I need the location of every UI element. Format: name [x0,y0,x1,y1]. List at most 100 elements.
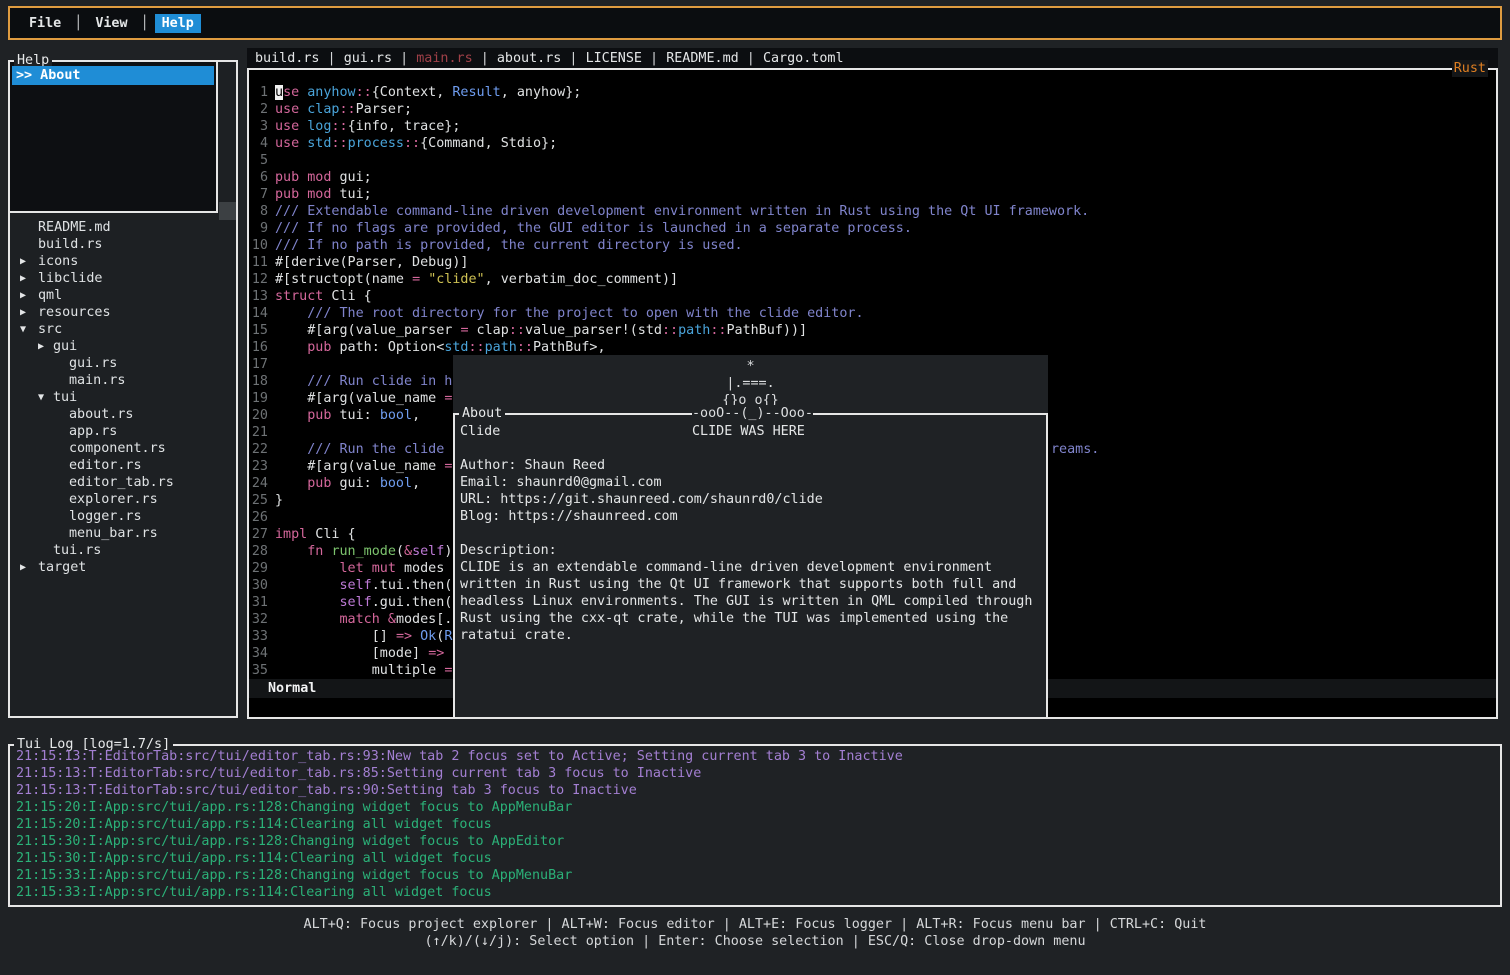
tree-item-tui-rs[interactable]: tui.rs [10,542,236,559]
about-popup-ascii-feet: -ooO--(_)--Ooo- [692,405,813,422]
log-entry-info: 21:15:20:I:App:src/tui/app.rs:128:Changi… [16,799,1496,816]
tree-item-component-rs[interactable]: component.rs [10,440,236,457]
code-text: [mode] => [275,645,444,662]
code-line-16[interactable]: 16 pub path: Option<std::path::PathBuf>, [249,339,1496,356]
code-text: /// If no flags are provided, the GUI ed… [275,220,912,237]
code-line-11[interactable]: 11#[derive(Parser, Debug)] [249,254,1496,271]
code-text: [] => Ok(R [275,628,452,645]
tree-item-target[interactable]: ▶target [10,559,236,576]
code-text: impl Cli { [275,526,356,543]
tree-item-editor_tab-rs[interactable]: editor_tab.rs [10,474,236,491]
tab-about-rs[interactable]: about.rs [497,51,562,66]
tree-item-icons[interactable]: ▶icons [10,253,236,270]
log-entries: 21:15:13:T:EditorTab:src/tui/editor_tab.… [16,748,1496,901]
line-number: 34 [250,645,268,662]
help-dropdown-menu: Help >> About [8,60,218,213]
dropdown-item-about[interactable]: >> About [12,66,214,85]
tab-separator: | [642,51,666,66]
tab-gui-rs[interactable]: gui.rs [344,51,392,66]
line-number: 23 [250,458,268,475]
chevron-right-icon: ▶ [20,270,38,287]
code-line-7[interactable]: 7pub mod tui; [249,186,1496,203]
code-line-8[interactable]: 8/// Extendable command-line driven deve… [249,203,1496,220]
code-text: pub path: Option<std::path::PathBuf>, [275,339,606,356]
about-popup-text: Email: shaunrd0@gmail.com [460,475,662,490]
code-line-10[interactable]: 10/// If no path is provided, the curren… [249,237,1496,254]
about-popup-line: ClideCLIDE WAS HERE [460,423,1042,440]
code-line-15[interactable]: 15 #[arg(value_parser = clap::value_pars… [249,322,1496,339]
code-line-9[interactable]: 9/// If no flags are provided, the GUI e… [249,220,1496,237]
code-text: pub mod tui; [275,186,372,203]
line-number: 14 [250,305,268,322]
about-popup-line: headless Linux environments. The GUI is … [460,593,1042,610]
statusbar-shortcuts-line1: ALT+Q: Focus project explorer | ALT+W: F… [0,916,1510,933]
log-entry-trace: 21:15:13:T:EditorTab:src/tui/editor_tab.… [16,765,1496,782]
code-text: let mut modes [275,560,452,577]
tree-item-logger-rs[interactable]: logger.rs [10,508,236,525]
about-popup-text: Clide [460,424,500,439]
tree-item-label: explorer.rs [69,491,158,508]
code-line-13[interactable]: 13struct Cli { [249,288,1496,305]
code-line-5[interactable]: 5 [249,152,1496,169]
tree-item-app-rs[interactable]: app.rs [10,423,236,440]
tab-main-rs[interactable]: main.rs [416,51,472,66]
line-number: 32 [250,611,268,628]
line-number: 20 [250,407,268,424]
statusbar-shortcuts-line2: (↑/k)/(↓/j): Select option | Enter: Choo… [0,933,1510,950]
tab-LICENSE[interactable]: LICENSE [586,51,642,66]
tree-item-README-md[interactable]: README.md [10,219,236,236]
tab-build-rs[interactable]: build.rs [255,51,320,66]
tree-item-about-rs[interactable]: about.rs [10,406,236,423]
tree-item-explorer-rs[interactable]: explorer.rs [10,491,236,508]
ascii-art-line: |.===. [453,375,1048,392]
tree-item-src[interactable]: ▼src [10,321,236,338]
code-line-14[interactable]: 14 /// The root directory for the projec… [249,305,1496,322]
tree-item-resources[interactable]: ▶resources [10,304,236,321]
code-line-4[interactable]: 4use std::process::{Command, Stdio}; [249,135,1496,152]
about-popup-line: Rust using the cxx-qt crate, while the T… [460,610,1042,627]
explorer-scrollbar-thumb[interactable] [219,202,236,220]
tree-item-label: editor_tab.rs [69,474,174,491]
code-text: /// Run the clide [275,441,452,458]
tree-item-main-rs[interactable]: main.rs [10,372,236,389]
line-number: 26 [250,509,268,526]
line-number: 4 [250,135,268,152]
code-line-3[interactable]: 3use log::{info, trace}; [249,118,1496,135]
line-number: 22 [250,441,268,458]
editor-tab-bar: build.rs | gui.rs | main.rs | about.rs |… [247,48,1498,68]
code-line-6[interactable]: 6pub mod gui; [249,169,1496,186]
menu-bar: File│View│Help [8,6,1502,40]
tui-log-panel: Tui Log [log=1.7/s] 21:15:13:T:EditorTab… [8,744,1502,907]
tree-item-label: gui.rs [69,355,117,372]
tab-Cargo-toml[interactable]: Cargo.toml [763,51,844,66]
about-popup-line: written in Rust using the Qt UI framewor… [460,576,1042,593]
tab-separator: | [320,51,344,66]
tree-item-label: src [38,321,62,338]
line-number: 11 [250,254,268,271]
code-line-12[interactable]: 12#[structopt(name = "clide", verbatim_d… [249,271,1496,288]
log-entry-info: 21:15:30:I:App:src/tui/app.rs:114:Cleari… [16,850,1496,867]
tree-item-build-rs[interactable]: build.rs [10,236,236,253]
about-popup-line: Email: shaunrd0@gmail.com [460,474,1042,491]
tree-item-editor-rs[interactable]: editor.rs [10,457,236,474]
menu-item-help[interactable]: Help [155,14,201,33]
menu-item-file[interactable]: File [22,14,68,33]
tree-item-libclide[interactable]: ▶libclide [10,270,236,287]
code-line-2[interactable]: 2use clap::Parser; [249,101,1496,118]
code-line-1[interactable]: 1use anyhow::{Context, Result, anyhow}; [249,84,1496,101]
tree-item-menu_bar-rs[interactable]: menu_bar.rs [10,525,236,542]
menu-item-view[interactable]: View [88,14,134,33]
tree-item-tui[interactable]: ▼tui [10,389,236,406]
chevron-right-icon: ▶ [20,559,38,576]
tree-item-gui[interactable]: ▶gui [10,338,236,355]
tree-item-label: menu_bar.rs [69,525,158,542]
code-text: /// Run clide in h [275,373,452,390]
code-text: /// Extendable command-line driven devel… [275,203,1089,220]
line-number: 29 [250,560,268,577]
file-tree: README.mdbuild.rs▶icons▶libclide▶qml▶res… [10,219,236,576]
tree-item-qml[interactable]: ▶qml [10,287,236,304]
menu-separator: │ [68,16,88,31]
tree-item-gui-rs[interactable]: gui.rs [10,355,236,372]
tab-README-md[interactable]: README.md [666,51,739,66]
clide-tui-app: { "menu": { "separator": "│", "items": [… [0,0,1510,975]
